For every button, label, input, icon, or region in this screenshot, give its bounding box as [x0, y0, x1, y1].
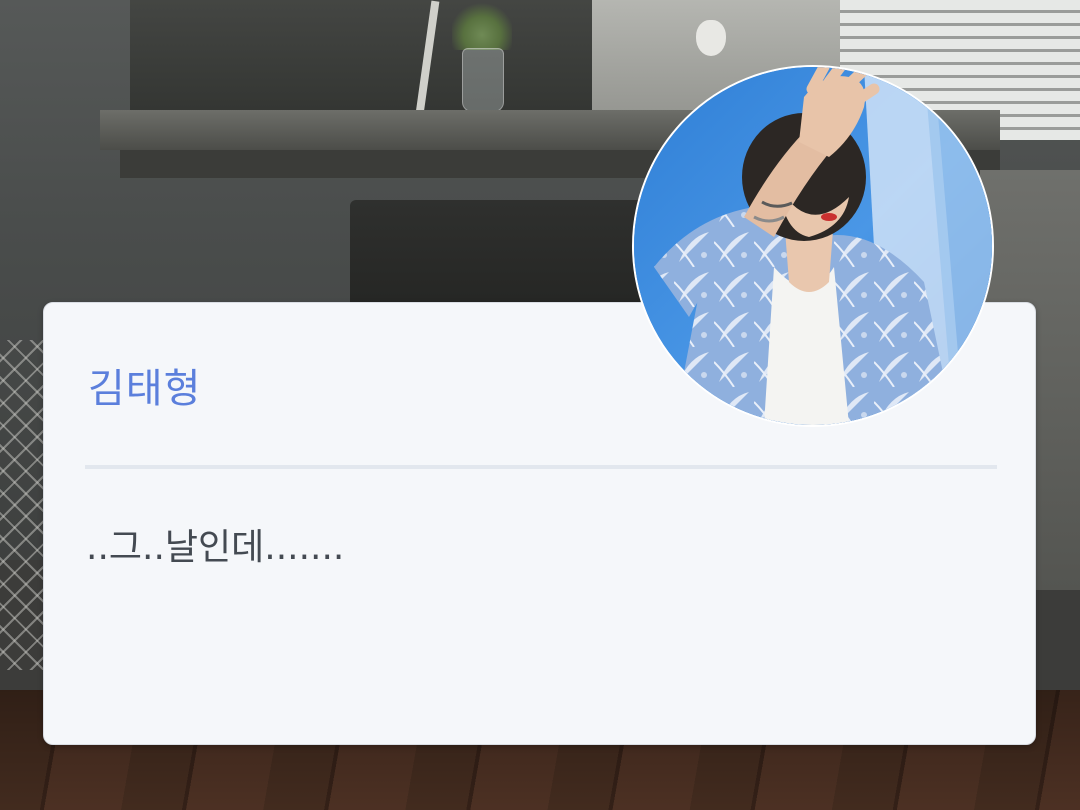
- speaker-name: 김태형: [88, 366, 202, 412]
- vase: [462, 48, 504, 112]
- laptop-logo-icon: [696, 20, 726, 56]
- plant: [452, 0, 512, 50]
- desk-drawer: [350, 200, 670, 310]
- dialogue-text: ..그..날인데.......: [86, 527, 345, 568]
- portrait-illustration: [634, 67, 992, 425]
- upper-shelf: [130, 0, 600, 110]
- wire-rack: [0, 340, 48, 670]
- character-portrait-avatar: [632, 65, 994, 427]
- divider: [85, 465, 997, 469]
